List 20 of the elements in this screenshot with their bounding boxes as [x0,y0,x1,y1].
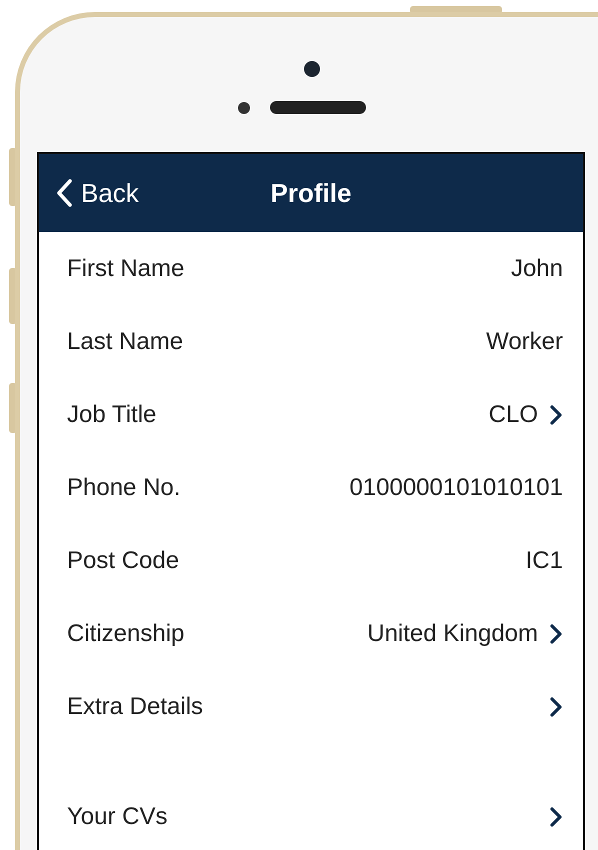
row-label: First Name [67,254,186,282]
row-value: 0100000101010101 [349,474,563,502]
row-value: Worker [486,328,563,356]
row-value: United Kingdom [367,620,538,648]
camera-icon [304,61,320,77]
row-label: Extra Details [67,692,204,720]
row-value: CLO [488,400,538,428]
row-label: Job Title [67,400,158,428]
sensor-icon [238,102,250,114]
row-label: Post Code [67,546,180,574]
row-value: John [510,254,563,282]
row-label: Phone No. [67,474,182,502]
row-value: IC1 [526,546,563,574]
nav-title: Profile [270,178,352,208]
speaker-icon [270,101,366,114]
row-label: Your CVs [67,802,168,830]
back-chevron-icon [55,178,73,208]
row-label: Citizenship [67,620,186,648]
back-button[interactable]: Back [55,178,139,208]
row-label: Last Name [67,328,184,356]
